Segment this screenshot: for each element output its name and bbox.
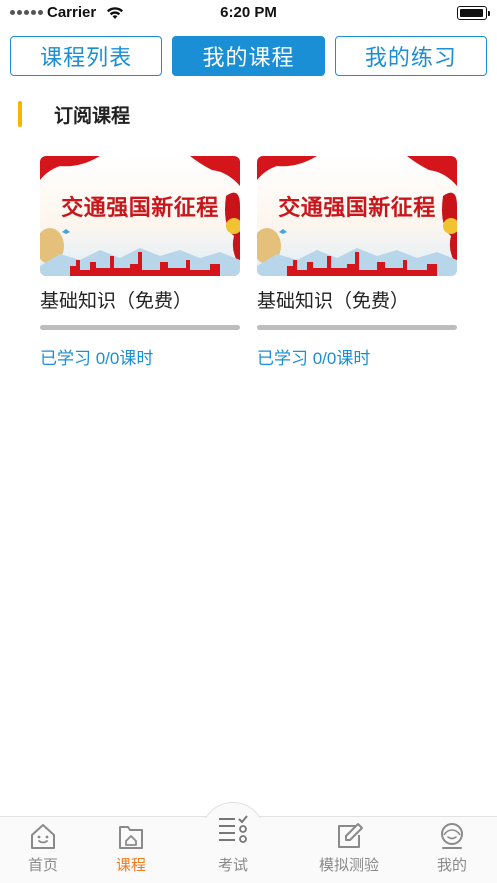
course-progress-bar [257, 325, 457, 330]
profile-icon [441, 823, 463, 849]
tab-course-list[interactable]: 课程列表 [10, 36, 163, 76]
nav-course-label: 课程 [115, 857, 146, 874]
status-time: 6:20 PM [220, 4, 277, 21]
status-bar: Carrier 6:20 PM [0, 0, 497, 28]
nav-home-label: 首页 [27, 857, 58, 874]
nav-mock-test[interactable]: 模拟测验 [309, 821, 389, 875]
section-header: 订阅课程 [18, 100, 130, 128]
nav-exam-label: 考试 [217, 857, 248, 874]
tab-my-courses[interactable]: 我的课程 [172, 36, 325, 76]
course-progress-bar [40, 325, 240, 330]
course-progress-text: 已学习 0/0课时 [257, 349, 371, 368]
course-card[interactable]: 交通强国新征程 基础知识（免费） 已学习 0/0课时 [257, 156, 457, 369]
course-progress-text: 已学习 0/0课时 [40, 349, 154, 368]
course-thumbnail[interactable]: 交通强国新征程 [257, 156, 457, 276]
banner-title: 交通强国新征程 [61, 195, 219, 221]
bottom-tab-bar: 首页 课程 考试 模拟测验 我的 [0, 802, 497, 883]
app-screen: Carrier 6:20 PM 课程列表 我的课程 我的练习 订阅课程 交通强国… [0, 0, 497, 883]
course-thumbnail[interactable]: 交通强国新征程 [40, 156, 240, 276]
battery-icon [457, 6, 490, 20]
nav-profile[interactable]: 我的 [412, 821, 492, 875]
section-accent-bar [18, 101, 22, 127]
banner-title: 交通强国新征程 [278, 195, 436, 221]
nav-home[interactable]: 首页 [3, 821, 83, 875]
exam-checklist-icon [219, 815, 248, 843]
course-name[interactable]: 基础知识（免费） [257, 286, 457, 313]
course-tabs: 课程列表 我的课程 我的练习 [10, 36, 487, 76]
section-title: 订阅课程 [54, 105, 131, 127]
course-name[interactable]: 基础知识（免费） [40, 286, 240, 313]
nav-profile-label: 我的 [436, 857, 467, 874]
edit-icon [338, 823, 363, 848]
nav-course[interactable]: 课程 [91, 821, 171, 875]
course-icon [119, 826, 143, 849]
course-card[interactable]: 交通强国新征程 基础知识（免费） 已学习 0/0课时 [40, 156, 240, 369]
nav-exam[interactable]: 考试 [193, 815, 273, 875]
tab-my-practice[interactable]: 我的练习 [334, 36, 487, 76]
home-icon [31, 824, 55, 849]
nav-mock-test-label: 模拟测验 [318, 857, 379, 874]
